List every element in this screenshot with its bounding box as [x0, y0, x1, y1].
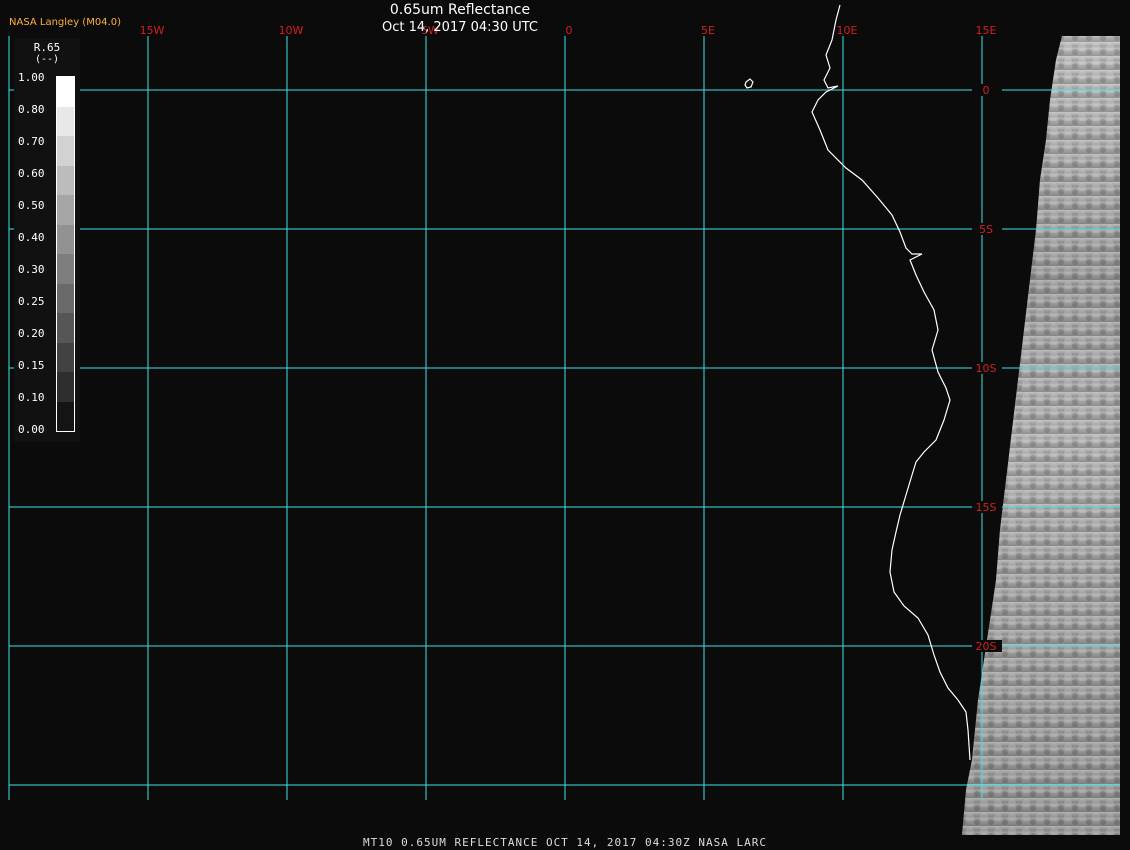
legend-swatch: [57, 136, 74, 166]
color-legend: R.65 (--) 1.00 0.80 0.70 0.60 0.50 0.40 0.30 0.…: [14, 38, 80, 442]
lon-label: 15E: [976, 24, 997, 37]
legend-units: (--): [34, 54, 60, 65]
legend-tick-label: 0.70: [18, 135, 45, 148]
legend-title: R.65: [33, 41, 61, 54]
legend-swatch: [57, 106, 74, 136]
legend-tick-label: 0.20: [18, 327, 45, 340]
legend-swatch: [57, 254, 74, 284]
footer-caption: MT10 0.65UM REFLECTANCE OCT 14, 2017 04:…: [363, 836, 767, 849]
legend-tick-label: 0.50: [18, 199, 45, 212]
legend-swatch: [57, 195, 74, 225]
legend-swatch: [57, 342, 74, 372]
legend-swatch: [57, 165, 74, 195]
legend-tick-label: 1.00: [18, 71, 45, 84]
lat-label: 15S: [976, 501, 997, 514]
legend-tick-label: 0.30: [18, 263, 45, 276]
legend-swatch: [57, 224, 74, 254]
legend-swatch: [57, 77, 74, 107]
legend-swatch: [57, 372, 74, 402]
lat-label: 5S: [979, 223, 993, 236]
legend-tick-label: 0.80: [18, 103, 45, 116]
legend-tick-label: 0.60: [18, 167, 45, 180]
legend-tick-label: 0.00: [18, 423, 45, 436]
legend-tick-label: 0.40: [18, 231, 45, 244]
legend-swatch: [57, 313, 74, 343]
image-timestamp: Oct 14, 2017 04:30 UTC: [382, 20, 538, 35]
satellite-map: 15W 10W 5W 0 5E 10E 15E 05S10S15S20S: [0, 0, 1130, 850]
legend-swatch: [57, 283, 74, 313]
lat-label: 20S: [976, 640, 997, 653]
lat-label: 0: [983, 84, 990, 97]
legend-tick-label: 0.10: [18, 391, 45, 404]
legend-tick-label: 0.15: [18, 359, 45, 372]
legend-swatch: [57, 401, 74, 431]
legend-colorbar: [56, 76, 75, 432]
lat-label: 10S: [976, 362, 997, 375]
image-title: 0.65um Reflectance: [389, 2, 531, 18]
legend-tick-label: 0.25: [18, 295, 45, 308]
